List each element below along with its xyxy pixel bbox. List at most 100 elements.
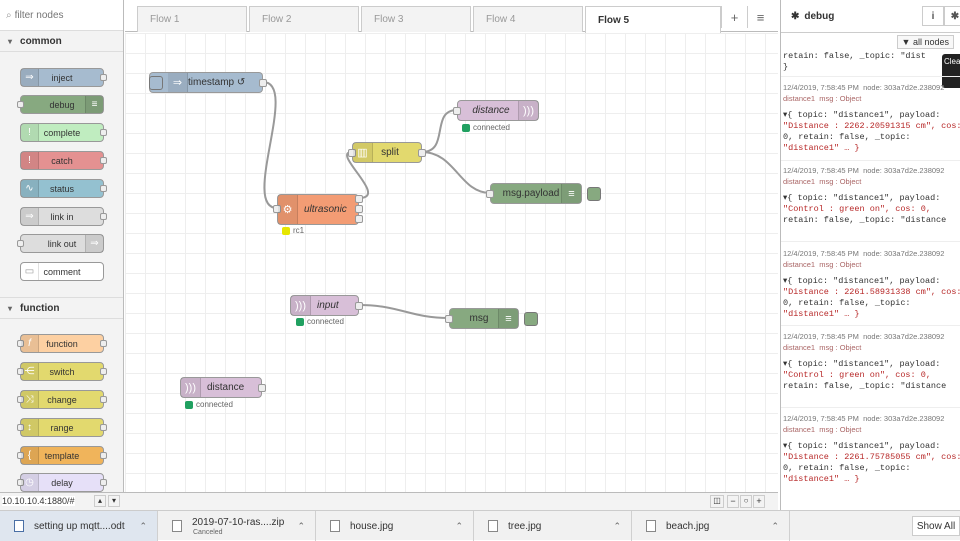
arrow-icon: ⇒ (168, 73, 188, 92)
output-port[interactable] (100, 157, 107, 164)
debug-tab-button[interactable]: ✱ (944, 6, 960, 26)
status-text: connected (307, 317, 344, 326)
flow-list-button[interactable]: ≡ (747, 6, 773, 28)
flow-node-distance-in[interactable]: ))) distance (180, 377, 266, 398)
tab-label: Flow 3 (374, 14, 404, 25)
input-port[interactable] (17, 101, 24, 108)
palette-node-function[interactable]: f function (17, 334, 107, 353)
tab-flow-5[interactable]: Flow 5 (585, 6, 721, 33)
palette-node-link-out[interactable]: link out ⇒ (17, 234, 104, 253)
palette-node-catch[interactable]: ! catch (20, 151, 107, 170)
category-function[interactable]: ▾ function (0, 297, 123, 319)
search-icon: ⌕ (6, 10, 12, 21)
filter-all-nodes-button[interactable]: ▼ all nodes (896, 35, 954, 49)
category-common[interactable]: ▾ common (0, 30, 123, 52)
debug-message-5[interactable]: 12/4/2019, 7:58:45 PM node: 303a7d2e.238… (783, 413, 960, 485)
debug-message-3[interactable]: 12/4/2019, 7:58:45 PM node: 303a7d2e.238… (783, 248, 960, 320)
palette-node-link-in[interactable]: ⇒ link in (20, 207, 107, 226)
debug-message-2[interactable]: 12/4/2019, 7:58:45 PM node: 303a7d2e.238… (783, 165, 960, 226)
chevron-up-icon[interactable]: ⌃ (613, 521, 621, 532)
debug-message-1[interactable]: 12/4/2019, 7:58:45 PM node: 303a7d2e.238… (783, 82, 960, 154)
palette-node-change[interactable]: ⤨ change (17, 390, 107, 409)
output-port[interactable] (418, 149, 426, 157)
add-flow-button[interactable]: + (721, 6, 747, 28)
tab-flow-2[interactable]: Flow 2 (249, 6, 359, 32)
flow-node-timestamp[interactable]: ⇒ timestamp ↺ (149, 72, 267, 93)
info-tab-button[interactable]: i (922, 6, 944, 26)
output-port[interactable] (355, 205, 363, 213)
output-port[interactable] (100, 368, 107, 375)
flow-node-input[interactable]: ))) input (290, 295, 363, 316)
palette-node-complete[interactable]: ! complete (20, 123, 107, 142)
chevron-up-icon[interactable]: ⌃ (139, 521, 147, 532)
palette-collapse-button[interactable]: ▴ (94, 495, 106, 507)
output-port[interactable] (258, 384, 266, 392)
flow-node-msg-payload[interactable]: msg.payload ≡ (486, 183, 601, 204)
inject-button[interactable] (149, 76, 163, 90)
output-port[interactable] (100, 396, 107, 403)
palette-node-range[interactable]: ↕ range (17, 418, 107, 437)
chevron-up-icon[interactable]: ⌃ (297, 521, 305, 532)
palette-node-template[interactable]: { template (17, 446, 107, 465)
debug-toggle-button[interactable] (587, 187, 601, 201)
switch-icon: ⋲ (21, 363, 39, 380)
palette-node-label: debug (49, 99, 75, 110)
palette-node-status[interactable]: ∿ status (20, 179, 107, 198)
flow-workspace[interactable] (125, 33, 778, 492)
flow-node-msg[interactable]: msg ≡ (445, 308, 538, 329)
output-port[interactable] (100, 185, 107, 192)
palette-search[interactable]: ⌕ (0, 0, 123, 32)
palette-node-comment[interactable]: ▭ comment (20, 262, 104, 281)
output-port[interactable] (100, 213, 107, 220)
tab-flow-4[interactable]: Flow 4 (473, 6, 583, 32)
zoom-reset-button[interactable]: ○ (740, 495, 752, 508)
output-port[interactable] (355, 302, 363, 310)
output-port[interactable] (100, 479, 107, 486)
palette-search-input[interactable] (14, 10, 115, 21)
download-item-beach[interactable]: beach.jpg ⌃ (632, 511, 790, 541)
chevron-up-icon[interactable]: ⌃ (771, 521, 779, 532)
palette-node-inject[interactable]: ⇒ inject (20, 68, 107, 87)
output-port[interactable] (355, 195, 363, 203)
flow-node-distance-out[interactable]: distance ))) (453, 100, 539, 121)
show-all-button[interactable]: Show All (912, 516, 960, 536)
download-name: house.jpg (350, 520, 394, 532)
palette-expand-button[interactable]: ▾ (108, 495, 120, 507)
download-item-zip[interactable]: 2019-07-10-ras....zip Canceled ⌃ (158, 511, 316, 541)
output-port[interactable] (355, 215, 363, 223)
debug-value: "Distance : 2261.75785055 cm", cos: (783, 452, 960, 462)
zoom-in-button[interactable]: + (753, 495, 765, 508)
tab-flow-1[interactable]: Flow 1 (137, 6, 247, 32)
debug-toggle-button[interactable] (524, 312, 538, 326)
download-item-tree[interactable]: tree.jpg ⌃ (474, 511, 632, 541)
output-port[interactable] (100, 452, 107, 459)
debug-value: "Control : green on", cos: 0, (783, 370, 931, 380)
palette-node-delay[interactable]: ◷ delay (17, 473, 107, 492)
output-port[interactable] (100, 340, 107, 347)
palette-node-switch[interactable]: ⋲ switch (17, 362, 107, 381)
input-port[interactable] (486, 190, 494, 198)
node-label: msg.payload (502, 188, 560, 199)
navigator-icon[interactable]: ◫ (710, 495, 724, 508)
download-item-odt[interactable]: setting up mqtt....odt ⌃ (0, 511, 158, 541)
output-port[interactable] (100, 424, 107, 431)
chevron-up-icon[interactable]: ⌃ (455, 521, 463, 532)
input-port[interactable] (17, 240, 24, 247)
output-port[interactable] (100, 129, 107, 136)
output-port[interactable] (100, 74, 107, 81)
input-port[interactable] (445, 315, 453, 323)
input-port[interactable] (453, 107, 461, 115)
zoom-out-button[interactable]: − (727, 495, 739, 508)
output-port[interactable] (259, 79, 267, 87)
tab-flow-3[interactable]: Flow 3 (361, 6, 471, 32)
flow-node-split[interactable]: ▥ split (348, 142, 426, 163)
palette-node-label: comment (43, 266, 81, 277)
palette-node-label: switch (49, 366, 75, 377)
palette-node-debug[interactable]: debug ≡ (17, 95, 104, 114)
download-status: Canceled (193, 529, 223, 536)
flow-node-ultrasonic[interactable]: ⚙ ultrasonic (273, 194, 363, 225)
debug-value: ▾{ topic: "distance1", payload: (783, 441, 941, 451)
debug-message-4[interactable]: 12/4/2019, 7:58:45 PM node: 303a7d2e.238… (783, 331, 960, 392)
plus-icon: + (730, 9, 739, 25)
download-item-house[interactable]: house.jpg ⌃ (316, 511, 474, 541)
